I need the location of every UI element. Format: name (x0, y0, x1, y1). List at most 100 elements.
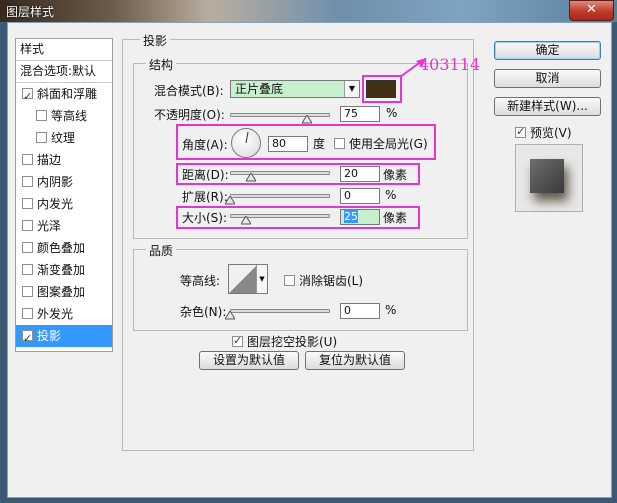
style-item-label: 内发光 (37, 197, 74, 211)
style-preview-thumbnail (515, 144, 583, 212)
style-item-label: 投影 (37, 329, 62, 343)
blend-mode-select[interactable]: 正片叠底 ▼ (230, 80, 360, 98)
anti-alias-box[interactable] (284, 275, 295, 286)
quality-title: 品质 (146, 242, 177, 259)
title-bar[interactable]: 图层样式 ✕ (0, 0, 617, 22)
noise-label: 杂色(N): (180, 305, 227, 319)
style-list-item[interactable]: 纹理 (16, 127, 112, 149)
style-item-checkbox[interactable] (22, 154, 33, 165)
contour-label: 等高线: (180, 274, 221, 288)
style-item-label: 纹理 (51, 131, 76, 145)
blend-options-item[interactable]: 混合选项:默认 (16, 61, 112, 83)
distance-label: 距离(D): (182, 168, 229, 182)
window-title: 图层样式 (6, 5, 55, 19)
spread-slider[interactable] (230, 194, 330, 198)
style-list: 样式 混合选项:默认 斜面和浮雕等高线纹理描边内阴影内发光光泽颜色叠加渐变叠加图… (15, 38, 113, 352)
spread-label: 扩展(R): (182, 190, 228, 204)
layer-style-dialog: 图层样式 ✕ 样式 混合选项:默认 斜面和浮雕等高线纹理描边内阴影内发光光泽颜色… (0, 0, 617, 503)
angle-unit: 度 (313, 137, 326, 151)
knockout-label: 图层挖空投影(U) (247, 335, 338, 349)
style-list-item[interactable]: 外发光 (16, 303, 112, 325)
cancel-button[interactable]: 取消 (494, 69, 601, 88)
style-item-label: 描边 (37, 153, 62, 167)
style-list-item[interactable]: 光泽 (16, 215, 112, 237)
distance-slider-thumb[interactable] (246, 173, 256, 182)
style-item-checkbox[interactable] (22, 220, 33, 231)
size-input[interactable]: 25 (340, 209, 380, 225)
blend-mode-label: 混合模式(B): (154, 84, 224, 98)
opacity-label: 不透明度(O): (154, 108, 225, 122)
noise-input[interactable]: 0 (340, 303, 380, 319)
dialog-client: 样式 混合选项:默认 斜面和浮雕等高线纹理描边内阴影内发光光泽颜色叠加渐变叠加图… (7, 22, 612, 498)
opacity-slider[interactable] (230, 113, 330, 117)
style-item-checkbox[interactable] (22, 198, 33, 209)
style-item-label: 光泽 (37, 219, 62, 233)
style-list-item[interactable]: 图案叠加 (16, 281, 112, 303)
preview-swatch (530, 159, 564, 193)
style-item-label: 等高线 (51, 109, 88, 123)
opacity-slider-thumb[interactable] (302, 115, 312, 124)
chevron-down-icon: ▼ (344, 81, 359, 97)
reset-default-button[interactable]: 复位为默认值 (305, 351, 405, 370)
preview-checkbox[interactable]: 预览(V) (515, 124, 572, 141)
drop-shadow-title: 投影 (140, 32, 171, 49)
ok-button[interactable]: 确定 (494, 41, 601, 60)
knockout-box[interactable] (232, 334, 243, 347)
noise-slider-thumb[interactable] (225, 311, 235, 320)
distance-slider[interactable] (230, 171, 330, 175)
style-list-item[interactable]: 内发光 (16, 193, 112, 215)
style-item-checkbox[interactable] (22, 176, 33, 187)
style-item-checkbox[interactable] (36, 132, 47, 143)
style-item-label: 渐变叠加 (37, 263, 86, 277)
style-item-checkbox[interactable] (22, 242, 33, 253)
anti-alias-checkbox[interactable]: 消除锯齿(L) (284, 272, 363, 289)
spread-slider-thumb[interactable] (225, 196, 235, 205)
make-default-button[interactable]: 设置为默认值 (199, 351, 299, 370)
style-list-item[interactable]: 颜色叠加 (16, 237, 112, 259)
annotation-box-color (362, 75, 402, 103)
style-item-checkbox[interactable] (36, 110, 47, 121)
color-hex-annotation: 403114 (419, 55, 481, 74)
angle-dial[interactable] (231, 128, 261, 158)
angle-label: 角度(A): (182, 138, 228, 152)
style-item-checkbox[interactable] (22, 308, 33, 319)
opacity-input[interactable]: 75 (340, 106, 380, 122)
style-list-header[interactable]: 样式 (16, 39, 112, 61)
style-list-item[interactable]: 描边 (16, 149, 112, 171)
contour-picker[interactable]: ▼ (228, 264, 268, 294)
opacity-unit: % (386, 106, 398, 120)
style-list-item[interactable]: 渐变叠加 (16, 259, 112, 281)
style-item-checkbox[interactable] (22, 86, 33, 108)
style-list-item[interactable]: 投影 (16, 325, 112, 350)
size-slider-thumb[interactable] (241, 216, 251, 225)
style-list-item[interactable]: 等高线 (16, 105, 112, 127)
knockout-checkbox[interactable]: 图层挖空投影(U) (232, 333, 337, 350)
style-item-checkbox[interactable] (22, 286, 33, 297)
style-list-item[interactable]: 内阴影 (16, 171, 112, 193)
spread-unit: % (385, 188, 397, 202)
global-light-box[interactable] (334, 138, 345, 149)
spread-input[interactable]: 0 (340, 188, 380, 204)
size-unit: 像素 (383, 211, 408, 225)
preview-label: 预览(V) (530, 126, 572, 140)
noise-unit: % (385, 303, 397, 317)
global-light-label: 使用全局光(G) (349, 137, 428, 151)
style-item-label: 内阴影 (37, 175, 74, 189)
style-item-checkbox[interactable] (22, 264, 33, 275)
preview-box[interactable] (515, 125, 526, 138)
style-item-label: 图案叠加 (37, 285, 86, 299)
distance-input[interactable]: 20 (340, 166, 380, 182)
size-input-value: 25 (344, 210, 358, 223)
close-button[interactable]: ✕ (569, 0, 614, 21)
style-item-label: 外发光 (37, 307, 74, 321)
structure-title: 结构 (146, 56, 177, 73)
blend-mode-value: 正片叠底 (235, 82, 284, 96)
anti-alias-label: 消除锯齿(L) (299, 274, 364, 288)
noise-slider[interactable] (230, 309, 330, 313)
style-list-item[interactable]: 斜面和浮雕 (16, 83, 112, 108)
angle-input[interactable]: 80 (268, 136, 308, 152)
new-style-button[interactable]: 新建样式(W)... (494, 97, 601, 116)
style-item-checkbox[interactable] (22, 328, 33, 350)
style-item-label: 斜面和浮雕 (37, 87, 98, 101)
global-light-checkbox[interactable]: 使用全局光(G) (334, 135, 428, 152)
